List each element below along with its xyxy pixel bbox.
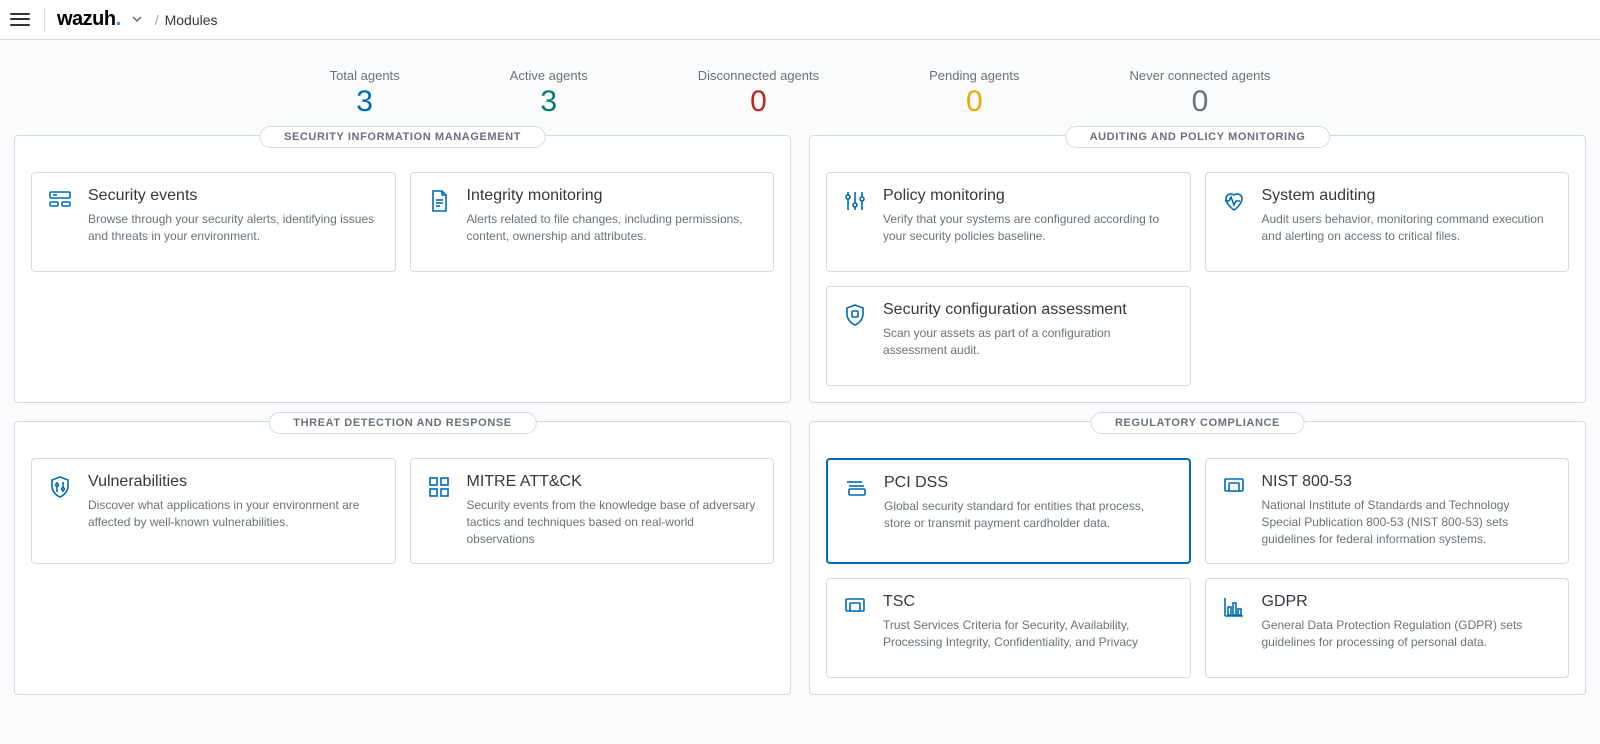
sliders-icon [843, 187, 869, 255]
stat-never-connected-agents[interactable]: Never connected agents 0 [1130, 68, 1271, 119]
card-system-auditing[interactable]: System auditing Audit users behavior, mo… [1205, 172, 1570, 272]
card-desc: Scan your assets as part of a configurat… [883, 325, 1174, 359]
monitor-icon [1222, 473, 1248, 547]
card-security-config-assessment[interactable]: Security configuration assessment Scan y… [826, 286, 1191, 386]
card-desc: Global security standard for entities th… [884, 498, 1173, 532]
panel-regulatory-compliance: REGULATORY COMPLIANCE PCI DSS Global sec… [809, 421, 1586, 695]
card-desc: Verify that your systems are configured … [883, 211, 1174, 245]
stat-label: Never connected agents [1130, 68, 1271, 83]
stat-value: 3 [330, 85, 400, 119]
card-nist-800-53[interactable]: NIST 800-53 National Institute of Standa… [1205, 458, 1570, 564]
card-title: Security events [88, 187, 379, 205]
card-title: Security configuration assessment [883, 301, 1174, 319]
card-title: GDPR [1262, 593, 1553, 611]
breadcrumb-current[interactable]: Modules [165, 12, 218, 28]
card-title: Integrity monitoring [467, 187, 758, 205]
panel-title: THREAT DETECTION AND RESPONSE [268, 412, 536, 434]
brand-dot: . [116, 8, 121, 30]
card-integrity-monitoring[interactable]: Integrity monitoring Alerts related to f… [410, 172, 775, 272]
card-mitre-attack[interactable]: MITRE ATT&CK Security events from the kn… [410, 458, 775, 564]
breadcrumb-separator: / [155, 12, 159, 28]
card-security-events[interactable]: Security events Browse through your secu… [31, 172, 396, 272]
brand-text: wazuh [57, 8, 116, 30]
agent-stats-row: Total agents 3 Active agents 3 Disconnec… [0, 40, 1600, 135]
card-title: Policy monitoring [883, 187, 1174, 205]
panel-security-information-management: SECURITY INFORMATION MANAGEMENT Security… [14, 135, 791, 403]
brand-logo[interactable]: wazuh. [57, 8, 121, 31]
grid-icon [427, 473, 453, 547]
stat-label: Disconnected agents [698, 68, 819, 83]
card-gdpr[interactable]: GDPR General Data Protection Regulation … [1205, 578, 1570, 678]
card-tsc[interactable]: TSC Trust Services Criteria for Security… [826, 578, 1191, 678]
card-title: NIST 800-53 [1262, 473, 1553, 491]
card-desc: Security events from the knowledge base … [467, 497, 758, 547]
card-desc: Trust Services Criteria for Security, Av… [883, 617, 1174, 651]
heartbeat-icon [1222, 187, 1248, 255]
card-desc: Alerts related to file changes, includin… [467, 211, 758, 245]
stat-active-agents[interactable]: Active agents 3 [510, 68, 588, 119]
panel-title: AUDITING AND POLICY MONITORING [1065, 126, 1331, 148]
panel-title: REGULATORY COMPLIANCE [1090, 412, 1305, 434]
top-header: wazuh. / Modules [0, 0, 1600, 40]
security-events-icon [48, 187, 74, 255]
stat-total-agents[interactable]: Total agents 3 [330, 68, 400, 119]
monitor-icon [843, 593, 869, 661]
card-desc: General Data Protection Regulation (GDPR… [1262, 617, 1553, 651]
panel-auditing-policy-monitoring: AUDITING AND POLICY MONITORING Policy mo… [809, 135, 1586, 403]
card-desc: Audit users behavior, monitoring command… [1262, 211, 1553, 245]
card-vulnerabilities[interactable]: Vulnerabilities Discover what applicatio… [31, 458, 396, 564]
card-title: MITRE ATT&CK [467, 473, 758, 491]
stat-value: 0 [698, 85, 819, 119]
shield-slider-icon [48, 473, 74, 547]
document-icon [427, 187, 453, 255]
module-panels: SECURITY INFORMATION MANAGEMENT Security… [0, 135, 1600, 715]
stat-value: 0 [1130, 85, 1271, 119]
card-title: TSC [883, 593, 1174, 611]
divider [44, 8, 45, 32]
card-title: System auditing [1262, 187, 1553, 205]
card-stack-icon [844, 474, 870, 546]
card-pci-dss[interactable]: PCI DSS Global security standard for ent… [826, 458, 1191, 564]
stat-label: Active agents [510, 68, 588, 83]
card-title: Vulnerabilities [88, 473, 379, 491]
shield-check-icon [843, 301, 869, 369]
card-policy-monitoring[interactable]: Policy monitoring Verify that your syste… [826, 172, 1191, 272]
card-title: PCI DSS [884, 474, 1173, 492]
stat-label: Pending agents [929, 68, 1019, 83]
stat-pending-agents[interactable]: Pending agents 0 [929, 68, 1019, 119]
card-desc: Browse through your security alerts, ide… [88, 211, 379, 245]
card-desc: National Institute of Standards and Tech… [1262, 497, 1553, 547]
panel-threat-detection-response: THREAT DETECTION AND RESPONSE Vulnerabil… [14, 421, 791, 695]
bar-chart-icon [1222, 593, 1248, 661]
panel-title: SECURITY INFORMATION MANAGEMENT [259, 126, 546, 148]
empty-slot [1205, 286, 1570, 386]
stat-label: Total agents [330, 68, 400, 83]
stat-value: 3 [510, 85, 588, 119]
chevron-down-icon[interactable] [131, 12, 143, 28]
stat-disconnected-agents[interactable]: Disconnected agents 0 [698, 68, 819, 119]
card-desc: Discover what applications in your envir… [88, 497, 379, 531]
stat-value: 0 [929, 85, 1019, 119]
menu-toggle-icon[interactable] [10, 10, 30, 30]
